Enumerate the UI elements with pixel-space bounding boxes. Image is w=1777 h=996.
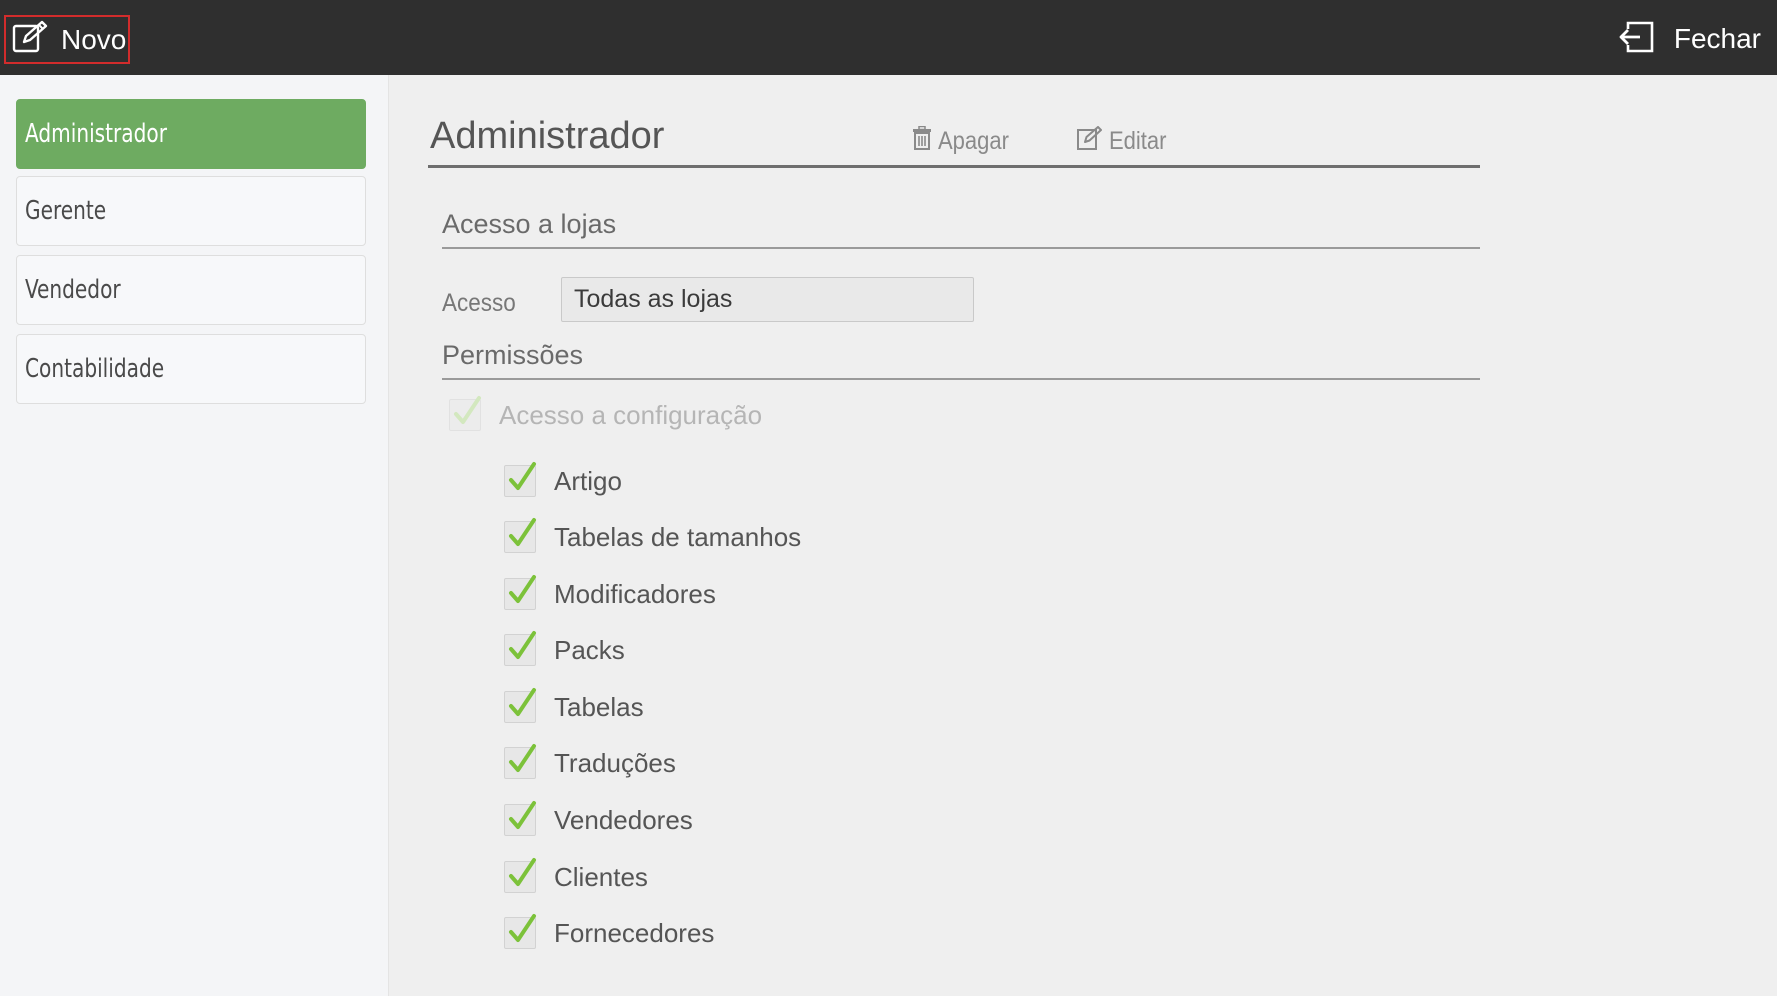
checkmark-icon — [509, 801, 536, 829]
close-button-label: Fechar — [1673, 23, 1761, 54]
permission-label: Modificadores — [554, 578, 716, 609]
permission-label: Vendedores — [554, 804, 693, 835]
checkbox[interactable] — [504, 801, 536, 836]
new-button-label: Novo — [61, 23, 127, 55]
new-button[interactable]: Novo — [4, 15, 130, 64]
checkbox[interactable] — [504, 575, 536, 610]
permission-label: Artigo — [554, 465, 622, 496]
checkbox[interactable] — [449, 396, 481, 431]
access-field-label: Acesso — [442, 289, 516, 317]
sidebar-item-gerente[interactable]: Gerente — [16, 176, 366, 246]
section-title: Permissões — [442, 340, 584, 370]
checkmark-icon — [509, 462, 536, 490]
sidebar-item-vendedor[interactable]: Vendedor — [16, 255, 366, 325]
permission-label: Clientes — [554, 861, 648, 892]
checkbox[interactable] — [504, 518, 536, 553]
permission-fornecedores[interactable]: Fornecedores — [504, 913, 714, 953]
sidebar-item-label: Vendedor — [25, 275, 121, 305]
permission-modificadores[interactable]: Modificadores — [504, 574, 716, 614]
edit-icon — [1077, 126, 1103, 157]
page-title: Administrador — [430, 115, 665, 157]
permission-clientes[interactable]: Clientes — [504, 857, 648, 897]
checkmark-icon — [509, 744, 536, 772]
permission-label: Traduções — [554, 747, 676, 778]
top-bar: Novo Fechar — [0, 0, 1777, 75]
edit-note-icon — [12, 20, 48, 59]
roles-sidebar: Administrador Gerente Vendedor Contabili… — [0, 75, 389, 996]
checkbox[interactable] — [504, 631, 536, 666]
trash-icon — [912, 125, 932, 157]
edit-button[interactable]: Editar — [1077, 126, 1174, 157]
checkmark-icon — [509, 575, 536, 603]
checkmark-icon — [509, 518, 536, 546]
edit-button-label: Editar — [1109, 127, 1167, 155]
permission-tabelas-de-tamanhos[interactable]: Tabelas de tamanhos — [504, 517, 801, 557]
permission-label: Packs — [554, 634, 625, 665]
delete-button[interactable]: Apagar — [912, 125, 1019, 157]
checkbox[interactable] — [504, 914, 536, 949]
checkbox[interactable] — [504, 744, 536, 779]
section-title: Acesso a lojas — [442, 209, 617, 239]
sidebar-item-label: Administrador — [25, 119, 167, 149]
store-access-section: Acesso a lojas — [442, 205, 1480, 249]
permission-tabelas[interactable]: Tabelas — [504, 687, 644, 727]
permission-label: Tabelas de tamanhos — [554, 521, 802, 552]
sidebar-item-label: Gerente — [25, 196, 107, 226]
checkmark-icon — [509, 914, 536, 942]
permission-label: Tabelas — [554, 691, 644, 722]
delete-button-label: Apagar — [938, 127, 1009, 155]
checkbox[interactable] — [504, 462, 536, 497]
checkmark-icon — [454, 396, 481, 424]
permissions-section: Permissões — [442, 336, 1480, 380]
checkmark-icon — [509, 631, 536, 659]
sidebar-item-label: Contabilidade — [25, 354, 165, 384]
close-button[interactable]: Fechar — [1618, 18, 1761, 60]
checkmark-icon — [509, 858, 536, 886]
sidebar-item-administrador[interactable]: Administrador — [16, 99, 366, 169]
sidebar-item-contabilidade[interactable]: Contabilidade — [16, 334, 366, 404]
permission-config-access[interactable]: Acesso a configuração — [449, 395, 762, 435]
title-row: Administrador Apagar Editar — [428, 103, 1480, 168]
role-detail-panel: Administrador Apagar Editar Acesso a loj… — [390, 75, 1777, 996]
checkmark-icon — [509, 688, 536, 716]
permission-traducoes[interactable]: Traduções — [504, 743, 676, 783]
exit-icon — [1618, 19, 1656, 60]
checkbox[interactable] — [504, 688, 536, 723]
permission-artigo[interactable]: Artigo — [504, 461, 622, 501]
permission-label: Fornecedores — [554, 917, 715, 948]
permission-packs[interactable]: Packs — [504, 630, 625, 670]
permission-vendedores[interactable]: Vendedores — [504, 800, 693, 840]
permission-label: Acesso a configuração — [499, 399, 763, 430]
store-access-select[interactable]: Todas as lojas — [561, 277, 974, 322]
checkbox[interactable] — [504, 858, 536, 893]
